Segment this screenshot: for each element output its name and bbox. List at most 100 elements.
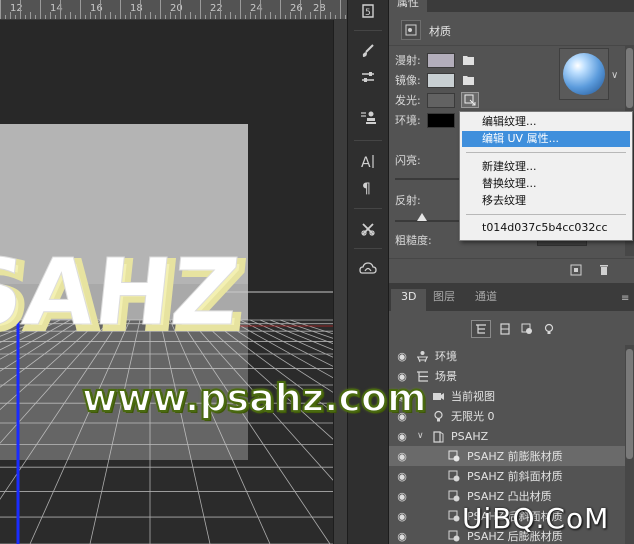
specular-swatch[interactable]: [427, 72, 455, 88]
layer-name: PSAHZ 前斜面材质: [467, 470, 563, 483]
chevron-down-icon[interactable]: ∨: [417, 431, 427, 441]
environment-row: 环境:: [395, 112, 455, 128]
material-filter-icon[interactable]: [517, 320, 537, 338]
tab-layers[interactable]: 图层: [423, 289, 465, 311]
ruler-tick: [235, 15, 236, 19]
stamp-icon[interactable]: [356, 106, 380, 128]
menu-item-edit-uv-properties[interactable]: 编辑 UV 属性...: [462, 131, 630, 147]
menu-item-edit-texture[interactable]: 编辑纹理...: [462, 114, 630, 130]
mesh-icon: [431, 429, 445, 443]
ruler-tick: [10, 12, 11, 19]
cloud-icon[interactable]: [356, 258, 380, 280]
ruler-tick: [225, 15, 226, 19]
tool-separator: [354, 140, 382, 141]
uibq-watermark: UiBQ.CoM: [462, 502, 610, 535]
mesh-filter-icon[interactable]: [495, 320, 515, 338]
ruler-tick: [310, 12, 311, 19]
right-panels: 属性 材质 漫射: 镜像: 发光: 环境: ∨ 闪亮: 反射: 粗糙度: 3D …: [389, 0, 634, 544]
ruler-tick: [100, 0, 101, 19]
3d-filter-row: [389, 311, 634, 345]
ruler-tick: [320, 0, 321, 19]
material-icon[interactable]: [401, 20, 421, 40]
ruler-tick: [330, 12, 331, 19]
texture-menu-icon[interactable]: [461, 92, 479, 108]
ruler-tick: [15, 15, 16, 19]
brush-icon[interactable]: [356, 40, 380, 62]
material-preview[interactable]: [559, 48, 609, 100]
diffuse-swatch[interactable]: [427, 52, 455, 68]
layer-row-front-inflate-material[interactable]: ◉ PSAHZ 前膨胀材质: [389, 446, 634, 466]
ruler-tick: [65, 15, 66, 19]
environment-swatch[interactable]: [427, 112, 455, 128]
layer-row-front-bevel-material[interactable]: ◉ PSAHZ 前斜面材质: [389, 466, 634, 486]
ruler-tick: [5, 15, 6, 19]
ruler-tick: [305, 15, 306, 19]
reflection-slider-knob[interactable]: [417, 213, 427, 221]
ruler-tick: [145, 15, 146, 19]
paragraph-icon[interactable]: ¶: [356, 176, 380, 198]
eye-icon[interactable]: ◉: [395, 469, 409, 483]
menu-item-remove-texture[interactable]: 移去纹理: [462, 193, 630, 209]
layer-row-environment[interactable]: ◉ 环境: [389, 346, 634, 366]
character-icon[interactable]: A: [356, 150, 380, 172]
eye-icon[interactable]: ◉: [395, 529, 409, 543]
svg-text:5: 5: [365, 8, 371, 18]
tab-channels[interactable]: 通道: [465, 289, 507, 311]
tool-separator: [354, 248, 382, 249]
sliders-icon[interactable]: [356, 66, 380, 88]
folder-icon[interactable]: [461, 74, 475, 86]
document-canvas[interactable]: 12 14 16 18 20 22 24 26 28 SAHZ SAHZ: [0, 0, 347, 544]
ruler-tick: [270, 12, 271, 19]
eye-icon[interactable]: ◉: [395, 489, 409, 503]
material-icon: [447, 489, 461, 503]
ruler-tick: [90, 12, 91, 19]
tools-icon[interactable]: [356, 218, 380, 240]
ruler-tick: [60, 0, 61, 19]
ruler-tick: [205, 15, 206, 19]
folder-icon[interactable]: [461, 54, 475, 66]
tab-properties[interactable]: 属性: [389, 0, 427, 12]
panel-menu-icon[interactable]: ≡: [621, 293, 629, 304]
eye-icon[interactable]: ◉: [395, 509, 409, 523]
ruler-tick: [180, 0, 181, 19]
layers-scrollbar[interactable]: [625, 345, 634, 544]
roughness-label: 粗糙度:: [395, 234, 432, 247]
layer-name: 环境: [435, 350, 457, 363]
material-icon: [447, 509, 461, 523]
chevron-down-icon[interactable]: ∨: [611, 70, 618, 81]
canvas-scrollbar[interactable]: [333, 20, 347, 544]
tab-3d[interactable]: 3D: [391, 289, 427, 311]
eye-icon[interactable]: ◉: [395, 349, 409, 363]
render-icon[interactable]: [569, 263, 583, 277]
properties-footer: [389, 258, 634, 280]
scene-filter-icon[interactable]: [471, 320, 491, 338]
menu-item-replace-texture[interactable]: 替换纹理...: [462, 176, 630, 192]
ruler-tick: [285, 15, 286, 19]
tool-separator: [354, 208, 382, 209]
svg-text:¶: ¶: [362, 181, 371, 195]
layer-row-psahz-mesh[interactable]: ◉ ∨ PSAHZ: [389, 426, 634, 446]
menu-item-texture-file[interactable]: t014d037c5b4cc032cc: [462, 220, 630, 236]
texture-context-menu: 编辑纹理... 编辑 UV 属性... 新建纹理... 替换纹理... 移去纹理…: [459, 111, 633, 241]
3d-scene[interactable]: SAHZ SAHZ: [0, 20, 333, 544]
ruler-tick: [105, 15, 106, 19]
ruler-tick: [80, 0, 81, 19]
ruler-tick: [250, 12, 251, 19]
light-filter-icon[interactable]: [539, 320, 559, 338]
ruler-tick: [140, 0, 141, 19]
tool-strip: 5 A ¶: [347, 0, 389, 544]
eye-icon[interactable]: ◉: [395, 429, 409, 443]
menu-item-new-texture[interactable]: 新建纹理...: [462, 159, 630, 175]
scroll-thumb[interactable]: [626, 48, 633, 108]
ruler-tick: [335, 15, 336, 19]
trash-icon[interactable]: [597, 263, 611, 277]
scroll-thumb[interactable]: [626, 349, 633, 459]
ruler-tick: [170, 12, 171, 19]
3d-text[interactable]: SAHZ SAHZ: [0, 238, 253, 353]
material-icon: [447, 449, 461, 463]
ruler-tick: [150, 12, 151, 19]
eye-icon[interactable]: ◉: [395, 449, 409, 463]
environment-icon: [415, 349, 429, 363]
3d-icon[interactable]: 5: [356, 0, 380, 22]
illumination-swatch[interactable]: [427, 92, 455, 108]
